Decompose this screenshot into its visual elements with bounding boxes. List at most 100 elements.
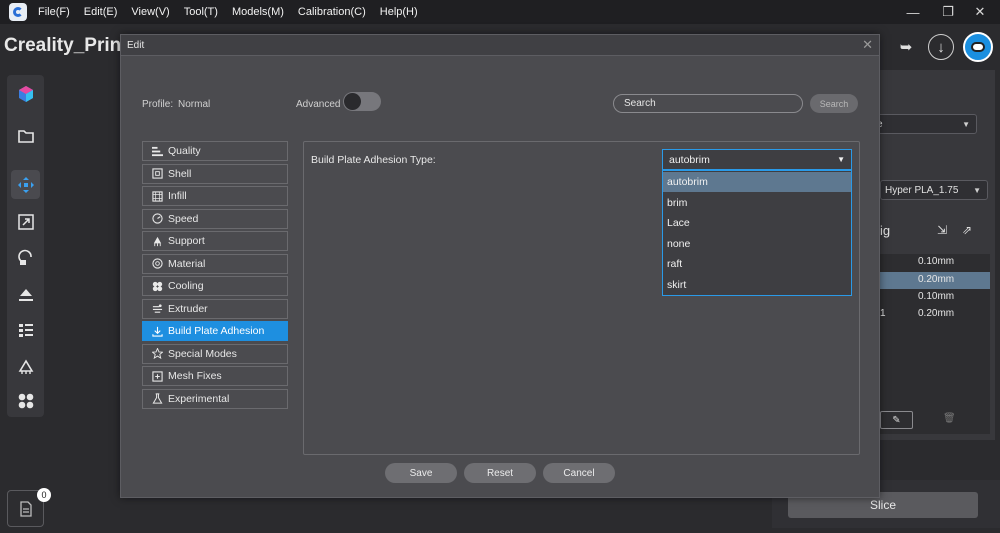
save-button[interactable]: Save bbox=[385, 463, 457, 483]
adhesion-type-label: Build Plate Adhesion Type: bbox=[311, 154, 436, 166]
category-label: Special Modes bbox=[168, 347, 237, 360]
avatar[interactable] bbox=[963, 32, 993, 62]
minimize-icon[interactable]: — bbox=[896, 2, 930, 22]
category-quality[interactable]: Quality bbox=[142, 141, 288, 161]
table-row[interactable]: 1 0.20mm bbox=[880, 306, 990, 323]
category-cooling[interactable]: Cooling bbox=[142, 276, 288, 296]
layer-table: 0.10mm 0.20mm 0.10mm 1 0.20mm ✎ 🗑 bbox=[880, 254, 990, 434]
plus-box-icon bbox=[151, 370, 163, 382]
category-special-modes[interactable]: Special Modes bbox=[142, 343, 288, 364]
lay-flat-icon[interactable] bbox=[11, 279, 40, 308]
advanced-label: Advanced bbox=[296, 99, 341, 110]
import-icon[interactable]: ⇲ bbox=[937, 223, 947, 237]
config-heading: ig bbox=[880, 223, 891, 238]
trash-icon[interactable]: 🗑 bbox=[943, 413, 956, 424]
document-icon bbox=[19, 500, 32, 517]
dropdown-option-lace[interactable]: Lace bbox=[663, 213, 851, 233]
arrange-icon[interactable] bbox=[11, 386, 40, 415]
creality-logo-icon bbox=[9, 3, 27, 21]
scale-icon[interactable] bbox=[11, 207, 40, 236]
move-icon[interactable] bbox=[11, 170, 40, 199]
redo-icon[interactable]: ➥ bbox=[893, 34, 919, 60]
advanced-toggle[interactable] bbox=[343, 92, 381, 111]
category-speed[interactable]: Speed bbox=[142, 208, 288, 229]
restore-icon[interactable]: ❐ bbox=[931, 2, 965, 22]
category-support[interactable]: Support bbox=[142, 231, 288, 251]
category-label: Quality bbox=[168, 145, 201, 157]
table-row[interactable]: 0.20mm bbox=[880, 272, 990, 289]
menu-tool[interactable]: Tool(T) bbox=[184, 6, 218, 18]
menu-file[interactable]: File(F) bbox=[38, 6, 70, 18]
settings-panel: Build Plate Adhesion Type: autobrim ▼ au… bbox=[303, 141, 860, 455]
adhesion-type-value: autobrim bbox=[669, 153, 710, 166]
support-icon bbox=[151, 235, 163, 247]
material-icon bbox=[151, 258, 163, 270]
support-paint-icon[interactable] bbox=[11, 351, 40, 380]
category-build-plate-adhesion[interactable]: Build Plate Adhesion bbox=[142, 321, 288, 341]
category-label: Shell bbox=[168, 167, 192, 180]
category-label: Support bbox=[168, 235, 205, 247]
category-list: Quality Shell Infill Speed Support Mater… bbox=[139, 139, 290, 455]
export-icon[interactable]: ⇗ bbox=[962, 223, 972, 237]
close-window-icon[interactable]: ✕ bbox=[963, 2, 997, 22]
chevron-down-icon: ▼ bbox=[962, 120, 970, 129]
category-shell[interactable]: Shell bbox=[142, 163, 288, 184]
menu-help[interactable]: Help(H) bbox=[380, 6, 418, 18]
adhesion-type-select[interactable]: autobrim ▼ bbox=[662, 149, 852, 170]
dropdown-option-autobrim[interactable]: autobrim bbox=[663, 172, 851, 192]
edit-dialog: Edit ✕ Profile: Normal Advanced Search Q… bbox=[120, 34, 880, 498]
category-label: Extruder bbox=[168, 302, 208, 315]
dropdown-option-brim[interactable]: brim bbox=[663, 193, 851, 213]
toggle-knob bbox=[344, 93, 361, 110]
edit-icon[interactable]: ✎ bbox=[880, 411, 913, 429]
menu-models[interactable]: Models(M) bbox=[232, 6, 284, 18]
dialog-titlebar: Edit ✕ bbox=[121, 35, 879, 56]
category-mesh-fixes[interactable]: Mesh Fixes bbox=[142, 366, 288, 386]
left-toolbar bbox=[7, 75, 44, 417]
flask-icon bbox=[151, 393, 163, 405]
category-material[interactable]: Material bbox=[142, 253, 288, 274]
rotate-icon[interactable] bbox=[11, 243, 40, 272]
close-icon[interactable]: ✕ bbox=[862, 37, 873, 53]
table-row[interactable]: 0.10mm bbox=[880, 254, 990, 271]
category-label: Infill bbox=[168, 190, 187, 202]
category-label: Experimental bbox=[168, 392, 230, 405]
dialog-title: Edit bbox=[127, 40, 145, 51]
cancel-button[interactable]: Cancel bbox=[543, 463, 615, 483]
preset-select[interactable]: e▼ bbox=[872, 114, 977, 134]
menu-view[interactable]: View(V) bbox=[131, 6, 169, 18]
list-icon[interactable] bbox=[11, 315, 40, 344]
cube-icon[interactable] bbox=[11, 79, 40, 108]
profile-label: Profile: bbox=[142, 99, 174, 110]
dropdown-option-none[interactable]: none bbox=[663, 234, 851, 254]
category-label: Build Plate Adhesion bbox=[168, 325, 265, 337]
menu-calibration[interactable]: Calibration(C) bbox=[298, 6, 366, 18]
quality-icon bbox=[151, 145, 163, 157]
dropdown-option-raft[interactable]: raft bbox=[663, 254, 851, 274]
search-button[interactable]: Search bbox=[810, 94, 858, 113]
fan-icon bbox=[151, 280, 163, 292]
speed-icon bbox=[151, 213, 163, 225]
profile-value: Normal bbox=[178, 99, 211, 110]
category-extruder[interactable]: Extruder bbox=[142, 298, 288, 319]
search-input[interactable] bbox=[613, 94, 803, 113]
infill-icon bbox=[151, 190, 163, 202]
open-folder-icon[interactable] bbox=[11, 121, 40, 150]
adhesion-icon bbox=[151, 325, 163, 337]
download-icon[interactable]: ↓ bbox=[928, 34, 954, 60]
menu-edit[interactable]: Edit(E) bbox=[84, 6, 118, 18]
star-icon bbox=[151, 348, 163, 360]
category-infill[interactable]: Infill bbox=[142, 186, 288, 206]
table-row[interactable]: 0.10mm bbox=[880, 289, 990, 306]
reset-button[interactable]: Reset bbox=[464, 463, 536, 483]
dropdown-option-skirt[interactable]: skirt bbox=[663, 275, 851, 295]
filament-select-value: Hyper PLA_1.75 bbox=[885, 184, 959, 196]
filament-select[interactable]: Hyper PLA_1.75 ▼ bbox=[880, 180, 988, 200]
adhesion-type-dropdown: autobrim brim Lace none raft skirt bbox=[662, 170, 852, 296]
extruder-icon bbox=[151, 303, 163, 315]
category-experimental[interactable]: Experimental bbox=[142, 388, 288, 409]
shell-icon bbox=[151, 168, 163, 180]
chevron-down-icon: ▼ bbox=[837, 155, 845, 164]
category-label: Mesh Fixes bbox=[168, 370, 222, 382]
chevron-down-icon: ▼ bbox=[973, 186, 981, 195]
